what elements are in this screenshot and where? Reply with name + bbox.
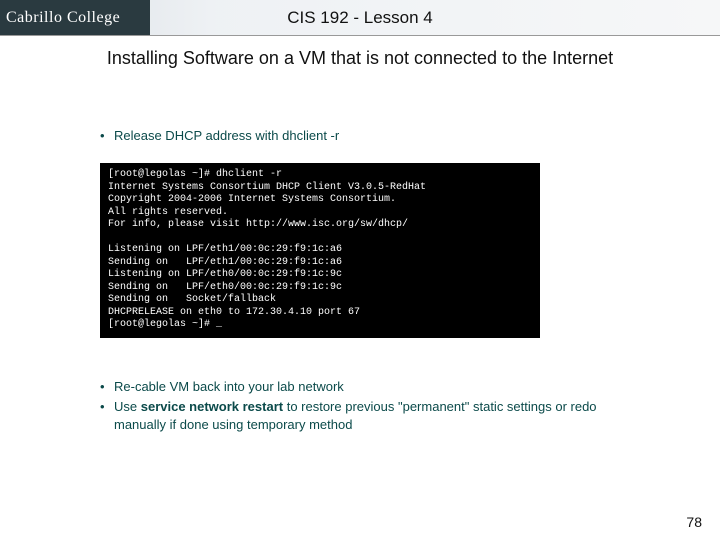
bullet-release-dhcp: • Release DHCP address with dhclient -r (100, 127, 620, 145)
inline-command-bold: service network restart (141, 399, 283, 414)
bullet-text: Release DHCP address with dhclient -r (114, 127, 620, 145)
bullet-dot: • (100, 127, 114, 145)
bullet-dot: • (100, 398, 114, 434)
slide-content: • Release DHCP address with dhclient -r … (0, 75, 720, 434)
slide-header: Cabrillo College CIS 192 - Lesson 4 (0, 0, 720, 36)
college-logo-text: Cabrillo College (6, 9, 120, 27)
bullet-pre: Use (114, 399, 141, 414)
bullet-service-restart: • Use service network restart to restore… (100, 398, 620, 434)
bullet-dot: • (100, 378, 114, 396)
bullet-text: Use service network restart to restore p… (114, 398, 620, 434)
inline-command: dhclient -r (282, 128, 339, 143)
page-number: 78 (686, 514, 702, 530)
bullet-text: Re-cable VM back into your lab network (114, 378, 620, 396)
lesson-title: CIS 192 - Lesson 4 (287, 8, 433, 28)
terminal-output: [root@legolas ~]# dhclient -r Internet S… (100, 163, 540, 338)
slide-subtitle: Installing Software on a VM that is not … (0, 36, 720, 75)
logo-strip: Cabrillo College (0, 0, 150, 35)
bullet-recable: • Re-cable VM back into your lab network (100, 378, 620, 396)
bullet-pre: Release DHCP address with (114, 128, 282, 143)
